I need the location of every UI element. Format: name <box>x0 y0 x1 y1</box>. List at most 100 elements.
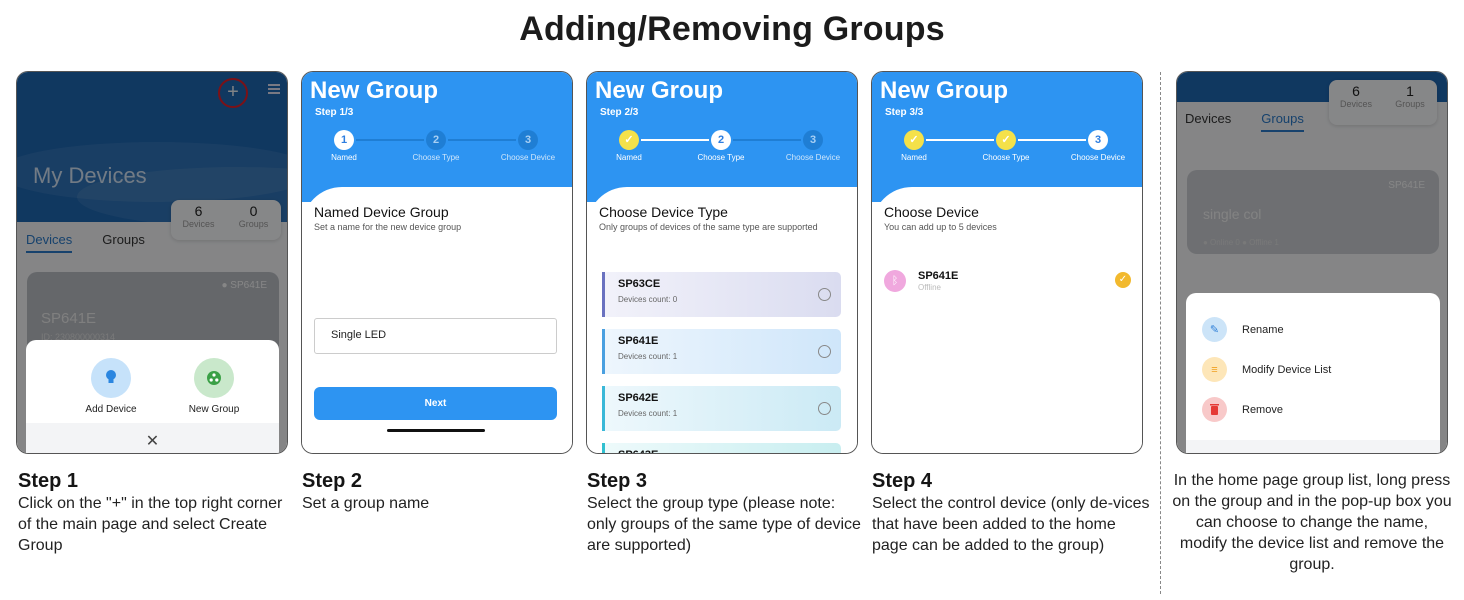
stepper: ✓ 2 3 Named Choose Type Choose Device <box>587 130 857 170</box>
stepper: 1 2 3 Named Choose Type Choose Device <box>302 130 572 170</box>
type-option[interactable]: SP643E <box>602 443 841 453</box>
type-count: Devices count: 1 <box>618 352 678 361</box>
caption-title: Step 1 <box>18 470 79 492</box>
device-status: Offline <box>918 283 941 292</box>
dashed-divider <box>1160 72 1161 594</box>
radio-button[interactable] <box>818 288 831 301</box>
caption-title: Step 2 <box>302 470 363 492</box>
type-option[interactable]: SP642E Devices count: 1 <box>602 386 841 431</box>
step-label: Named <box>331 153 357 162</box>
device-name: SP641E <box>918 270 959 282</box>
caption-text: Set a group name <box>302 495 430 512</box>
device-row[interactable]: ᛒ SP641E Offline ✓ <box>884 267 1134 297</box>
step-label: Named <box>616 153 642 162</box>
check-icon[interactable]: ✓ <box>1115 272 1131 288</box>
radio-button[interactable] <box>818 345 831 358</box>
step-circle-3: 3 <box>803 130 823 150</box>
step-line <box>1018 139 1086 141</box>
step-label: Choose Device <box>1070 153 1126 162</box>
list-icon: ≡ <box>1202 357 1227 382</box>
new-group-title: New Group <box>880 77 1009 104</box>
modify-device-list-option[interactable]: ≡ Modify Device List <box>1202 357 1331 382</box>
section-heading: Choose Device <box>884 204 979 220</box>
type-name: SP643E <box>618 449 658 453</box>
new-group-body: Choose Device Type Only groups of device… <box>587 187 857 453</box>
type-accent <box>602 386 605 431</box>
screen-step-4: New Group Step 3/3 ✓ ✓ 3 Named Choose Ty… <box>871 71 1143 454</box>
group-name-input[interactable]: Single LED <box>314 318 557 354</box>
screen-step-1: + My Devices 6 Devices 0 Groups Devices Gr… <box>16 71 288 454</box>
new-group-title: New Group <box>595 77 724 104</box>
type-option[interactable]: SP641E Devices count: 1 <box>602 329 841 374</box>
bulb-icon <box>91 358 131 398</box>
action-sheet: Add Device New Group ✕ <box>26 340 279 453</box>
stepper: ✓ ✓ 3 Named Choose Type Choose Device <box>872 130 1142 170</box>
bluetooth-icon: ᛒ <box>884 270 906 292</box>
remove-option[interactable]: Remove <box>1202 397 1283 422</box>
type-count: Devices count: 1 <box>618 409 678 418</box>
caption-step-3: Step 3 Select the group type (please not… <box>587 470 867 556</box>
step-label: Choose Type <box>697 153 745 162</box>
remove-label: Remove <box>1242 403 1283 416</box>
section-heading: Choose Device Type <box>599 204 728 220</box>
section-heading: Named Device Group <box>314 204 449 220</box>
section-subheading: Only groups of devices of the same type … <box>599 222 818 232</box>
step-label: Choose Device <box>500 153 556 162</box>
rename-label: Rename <box>1242 323 1284 336</box>
next-button[interactable]: Next <box>314 387 557 420</box>
new-group-header: New Group Step 1/3 1 2 3 Named Choose Ty… <box>302 72 572 202</box>
step-check-icon: ✓ <box>619 130 639 150</box>
step-line <box>926 139 994 141</box>
step-circle-3: 3 <box>1088 130 1108 150</box>
close-button[interactable]: ✕ <box>26 423 279 453</box>
modify-device-list-label: Modify Device List <box>1242 363 1332 376</box>
step-circle-2: 2 <box>426 130 446 150</box>
step-line <box>641 139 709 141</box>
step-circle-2: 2 <box>711 130 731 150</box>
group-icon <box>194 358 234 398</box>
caption-text: Select the group type (please note: only… <box>587 495 861 554</box>
page-title: Adding/Removing Groups <box>519 10 945 48</box>
step-check-icon: ✓ <box>904 130 924 150</box>
caption-text: Select the control device (only de-vices… <box>872 495 1150 554</box>
new-group-button[interactable]: New Group <box>179 358 249 415</box>
new-group-body: Named Device Group Set a name for the ne… <box>302 187 572 453</box>
type-accent <box>602 443 605 453</box>
step-indicator: Step 2/3 <box>600 107 639 118</box>
rename-option[interactable]: ✎ Rename <box>1202 317 1284 342</box>
step-label: Named <box>901 153 927 162</box>
screen-step-3: New Group Step 2/3 ✓ 2 3 Named Choose Ty… <box>586 71 858 454</box>
step-circle-3: 3 <box>518 130 538 150</box>
section-subheading: Set a name for the new device group <box>314 222 462 232</box>
section-subheading: You can add up to 5 devices <box>884 222 997 232</box>
add-device-button[interactable]: Add Device <box>76 358 146 415</box>
caption-step-2: Step 2 Set a group name <box>302 470 582 514</box>
caption-title: Step 4 <box>872 470 933 492</box>
screen-step-2: New Group Step 1/3 1 2 3 Named Choose Ty… <box>301 71 573 454</box>
home-indicator <box>387 429 485 432</box>
step-indicator: Step 1/3 <box>315 107 354 118</box>
caption-step-4: Step 4 Select the control device (only d… <box>872 470 1152 556</box>
step-check-icon: ✓ <box>996 130 1016 150</box>
step-label: Choose Type <box>982 153 1030 162</box>
caption-step-1: Step 1 Click on the "+" in the top right… <box>18 470 298 556</box>
caption-group-options: In the home page group list, long press … <box>1172 472 1452 573</box>
trash-icon <box>1202 397 1227 422</box>
radio-button[interactable] <box>818 402 831 415</box>
popup-footer <box>1186 440 1440 453</box>
close-icon: ✕ <box>145 433 160 450</box>
type-option[interactable]: SP63CE Devices count: 0 <box>602 272 841 317</box>
step-label: Choose Device <box>785 153 841 162</box>
step-label: Choose Type <box>412 153 460 162</box>
new-group-header: New Group Step 3/3 ✓ ✓ 3 Named Choose Ty… <box>872 72 1142 202</box>
step-line <box>448 139 516 141</box>
type-accent <box>602 272 605 317</box>
caption-text: Click on the "+" in the top right corner… <box>18 495 283 554</box>
new-group-title: New Group <box>310 77 439 104</box>
type-count: Devices count: 0 <box>618 295 678 304</box>
type-name: SP642E <box>618 392 659 404</box>
group-options-popup: ✎ Rename ≡ Modify Device List Remove <box>1186 293 1440 453</box>
new-group-body: Choose Device You can add up to 5 device… <box>872 187 1142 453</box>
step-line <box>733 139 801 141</box>
caption-title: Step 3 <box>587 470 648 492</box>
